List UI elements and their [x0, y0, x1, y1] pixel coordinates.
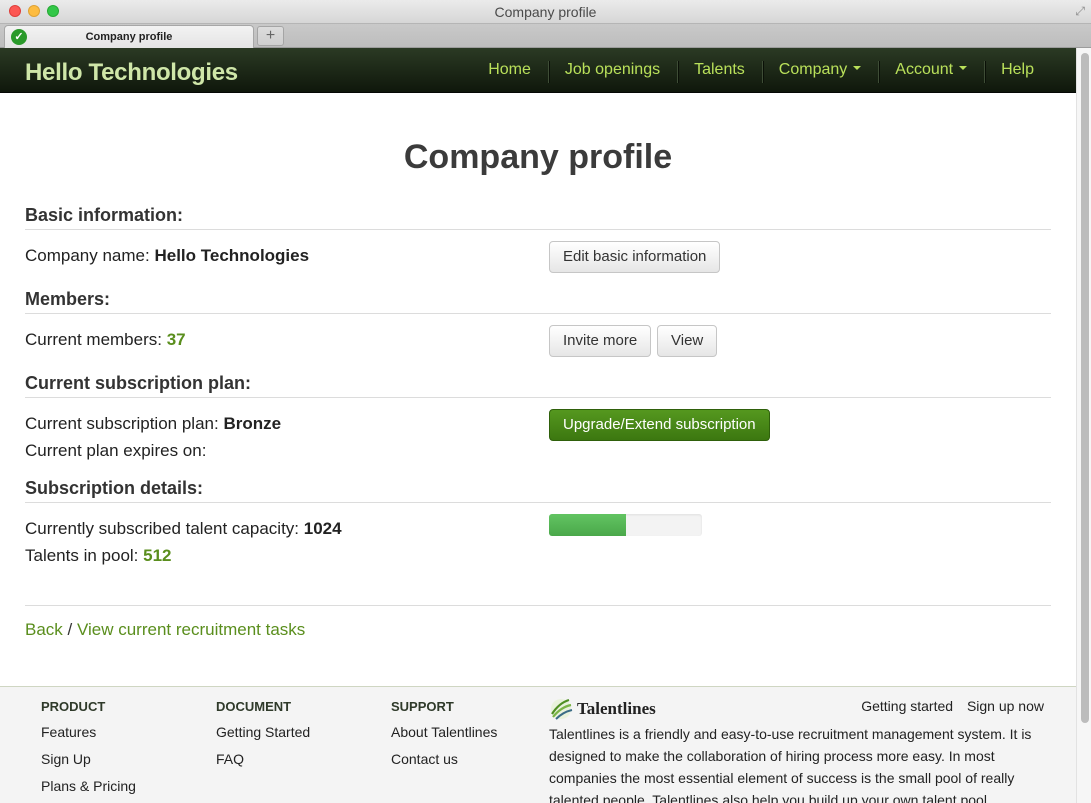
footer-link-contact[interactable]: Contact us — [391, 751, 497, 767]
footer-document-column: DOCUMENT Getting Started FAQ — [216, 699, 310, 778]
edit-basic-info-button[interactable]: Edit basic information — [549, 241, 721, 273]
footer: PRODUCT Features Sign Up Plans & Pricing… — [0, 686, 1076, 803]
footer-support-column: SUPPORT About Talentlines Contact us — [391, 699, 497, 778]
divider — [25, 229, 1051, 230]
footer-support-heading: SUPPORT — [391, 699, 454, 714]
nav-home-label: Home — [488, 61, 531, 78]
footer-document-heading: DOCUMENT — [216, 699, 292, 714]
capacity-label: Currently subscribed talent capacity: — [25, 519, 300, 538]
nav-company-dropdown[interactable]: Company — [761, 48, 878, 93]
top-navbar: Hello Technologies Home Job openings Tal… — [0, 48, 1076, 93]
basic-info-heading: Basic information: — [25, 205, 184, 225]
footer-sign-up-now-link[interactable]: Sign up now — [967, 698, 1044, 714]
talentlines-brand: Talentlines — [577, 699, 656, 718]
divider — [25, 605, 1051, 606]
scrollbar-thumb[interactable] — [1081, 53, 1089, 723]
subscription-plan-heading: Current subscription plan: — [25, 373, 252, 393]
plan-row: Current subscription plan: Bronze — [25, 414, 281, 434]
footer-link-plans-pricing[interactable]: Plans & Pricing — [41, 778, 136, 794]
footer-getting-started-link[interactable]: Getting started — [861, 698, 953, 714]
back-link[interactable]: Back — [25, 620, 63, 639]
upgrade-subscription-button[interactable]: Upgrade/Extend subscription — [549, 409, 770, 441]
tab-bar: ✓ Company profile + — [0, 24, 1091, 48]
current-members-label: Current members: — [25, 330, 162, 349]
nav-help[interactable]: Help — [984, 48, 1051, 93]
nav-company-label: Company — [778, 61, 848, 78]
vertical-scrollbar[interactable] — [1076, 48, 1091, 803]
browser-tab[interactable]: ✓ Company profile — [4, 25, 254, 48]
fullscreen-icon[interactable]: ⤢ — [1075, 4, 1085, 19]
view-members-button[interactable]: View — [657, 325, 718, 357]
footer-product-heading: PRODUCT — [41, 699, 106, 714]
window-titlebar: Company profile ⤢ — [0, 0, 1091, 24]
link-separator: / — [62, 620, 77, 639]
nav-job-openings[interactable]: Job openings — [547, 48, 677, 93]
tab-title: Company profile — [85, 31, 173, 43]
invite-more-button[interactable]: Invite more — [549, 325, 652, 357]
footer-link-faq[interactable]: FAQ — [216, 751, 310, 767]
divider — [25, 397, 1051, 398]
company-name-row: Company name: Hello Technologies — [25, 246, 309, 266]
footer-link-getting-started[interactable]: Getting Started — [216, 724, 310, 740]
nav-talents[interactable]: Talents — [677, 48, 762, 93]
capacity-progress-fill — [549, 514, 626, 536]
talentlines-logo-icon — [551, 698, 573, 720]
plan-label: Current subscription plan: — [25, 414, 219, 433]
footer-top-links: Getting started Sign up now — [851, 698, 1044, 714]
bottom-links: Back / View current recruitment tasks — [25, 620, 305, 640]
plan-expires-label: Current plan expires on: — [25, 441, 207, 460]
recruitment-tasks-link[interactable]: View current recruitment tasks — [77, 620, 305, 639]
nav-help-label: Help — [1001, 61, 1034, 78]
footer-link-sign-up[interactable]: Sign Up — [41, 751, 136, 767]
talentlines-logo: Talentlines — [549, 697, 656, 721]
page-title: Company profile — [403, 138, 673, 176]
talents-pool-row: Talents in pool: 512 — [25, 546, 172, 566]
caret-down-icon — [959, 65, 968, 70]
nav-account-dropdown[interactable]: Account — [878, 48, 984, 93]
footer-product-column: PRODUCT Features Sign Up Plans & Pricing — [41, 699, 136, 803]
current-members-row: Current members: 37 — [25, 330, 186, 350]
divider — [25, 313, 1051, 314]
new-tab-button[interactable]: + — [257, 26, 284, 46]
capacity-row: Currently subscribed talent capacity: 10… — [25, 519, 342, 539]
footer-link-features[interactable]: Features — [41, 724, 136, 740]
capacity-progress — [549, 514, 702, 536]
caret-down-icon — [853, 65, 862, 70]
talents-pool-value: 512 — [143, 546, 172, 565]
capacity-value: 1024 — [303, 519, 342, 538]
plan-expires-row: Current plan expires on: — [25, 441, 206, 461]
divider — [25, 502, 1051, 503]
nav-account-label: Account — [895, 61, 954, 78]
window-title: Company profile — [494, 4, 597, 20]
footer-description: Talentlines is a friendly and easy-to-us… — [549, 726, 1032, 803]
nav-talents-label: Talents — [694, 61, 745, 78]
current-members-value: 37 — [166, 330, 186, 349]
brand-link[interactable]: Hello Technologies — [25, 59, 238, 87]
nav-job-openings-label: Job openings — [564, 61, 661, 78]
talents-pool-label: Talents in pool: — [25, 546, 139, 565]
footer-link-about[interactable]: About Talentlines — [391, 724, 497, 740]
nav-home[interactable]: Home — [471, 48, 548, 93]
company-name-value: Hello Technologies — [154, 246, 310, 265]
plan-value: Bronze — [223, 414, 282, 433]
subscription-details-heading: Subscription details: — [25, 478, 204, 498]
main-nav: Home Job openings Talents Company Accoun… — [471, 48, 1051, 93]
company-name-label: Company name: — [25, 246, 150, 265]
members-heading: Members: — [25, 289, 111, 309]
